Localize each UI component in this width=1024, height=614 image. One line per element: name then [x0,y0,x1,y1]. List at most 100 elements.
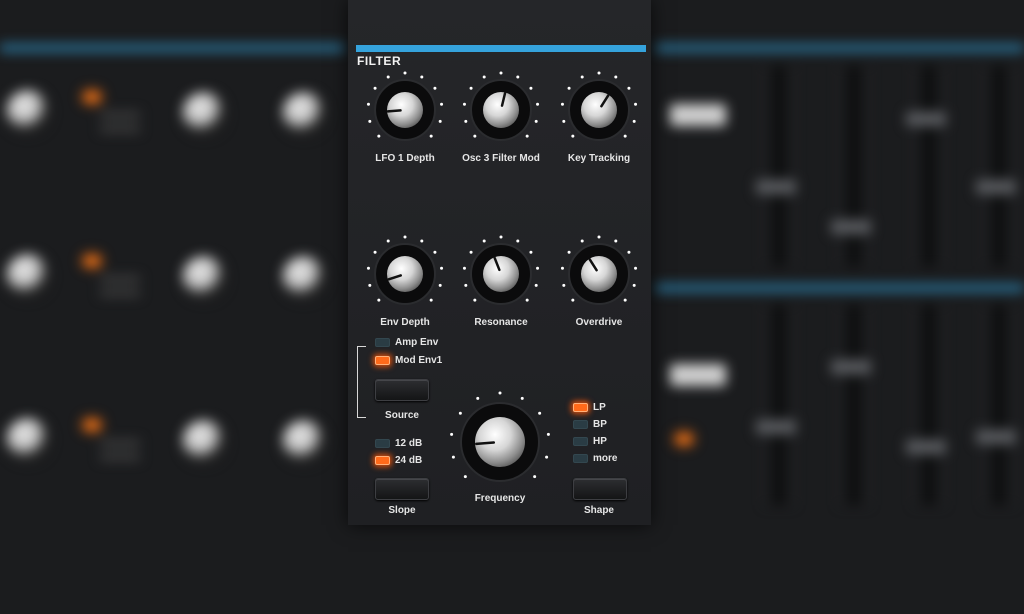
led-indicator [375,356,390,365]
overdrive-label: Overdrive [575,317,623,328]
knob-tick-dot [476,396,480,400]
knob-cap [581,256,617,292]
knob-tick-dot [567,86,571,90]
bg-label [100,440,140,446]
osc3-filter-mod-label: Osc 3 Filter Mod [462,153,540,164]
bg-fader-cap [976,430,1016,444]
bg-label [100,276,140,282]
knob-tick-dot [473,298,477,302]
led-indicator [573,437,588,446]
knob-tick-dot [469,86,473,90]
knob-graphic [560,71,638,141]
env-depth-label: Env Depth [380,317,430,328]
knob-tick-dot [473,134,477,138]
knob-tick-dot [429,134,433,138]
knob-tick-dot [525,298,529,302]
knob-cap [483,92,519,128]
bg-fader [765,66,793,266]
knob-tick-dot [627,86,631,90]
bg-fader [915,305,943,505]
bg-knob [182,92,226,136]
slope-option-label: 12 dB [395,438,423,449]
bg-knob [6,90,50,134]
bg-fader [985,66,1013,266]
bg-button [670,104,726,126]
source-button[interactable] [375,379,429,401]
shape-label: Shape [583,505,614,516]
slope-option-label: 24 dB [395,455,423,466]
knob-tick-dot [627,250,631,254]
knob-tick-dot [403,71,407,75]
knob-tick-dot [438,119,442,123]
source-bracket [357,346,366,418]
frequency-label: Frequency [474,493,526,504]
bg-fader [840,305,868,505]
knob-tick-dot [458,411,462,415]
bg-section-bar [655,44,1024,52]
knob-tick-dot [538,411,542,415]
key-tracking-knob[interactable] [559,70,639,150]
lfo1-depth-knob[interactable] [365,70,445,150]
knob-tick-dot [560,102,564,106]
knob-tick-dot [632,283,636,287]
bg-fader [985,305,1013,505]
knob-tick-dot [498,391,502,395]
knob-tick-dot [529,250,533,254]
bg-knob [282,256,326,300]
bg-led [84,420,100,430]
knob-tick-dot [571,298,575,302]
shape-option-label: BP [593,419,607,430]
knob-tick-dot [634,266,638,270]
slope-button[interactable] [375,478,429,500]
knob-tick-dot [366,102,370,106]
bg-knob [182,256,226,300]
source-option-label: Mod Env1 [395,355,443,366]
shape-option-more: more [573,453,617,464]
bg-fader [915,66,943,266]
osc3-filter-mod-knob[interactable] [461,70,541,150]
filter-panel: FILTER LFO 1 Depth Osc 3 Filter Mod Key … [348,0,651,525]
knob-tick-dot [614,75,618,79]
knob-graphic [462,71,540,141]
knob-tick-dot [533,475,537,479]
knob-graphic [462,235,540,305]
env-depth-knob[interactable] [365,234,445,314]
source-option-label: Amp Env [395,337,439,348]
knob-tick-dot [463,475,467,479]
knob-tick-dot [571,134,575,138]
knob-tick-dot [420,239,424,243]
shape-option-hp: HP [573,436,607,447]
resonance-label: Resonance [474,317,528,328]
knob-tick-dot [368,283,372,287]
shape-option-bp: BP [573,419,607,430]
knob-tick-dot [433,86,437,90]
knob-tick-dot [440,266,444,270]
knob-tick-dot [482,75,486,79]
knob-tick-dot [614,239,618,243]
overdrive-knob[interactable] [559,234,639,314]
knob-tick-dot [580,239,584,243]
resonance-knob[interactable] [461,234,541,314]
knob-tick-dot [464,119,468,123]
frequency-knob[interactable] [448,390,552,494]
knob-tick-dot [545,455,549,459]
bg-fader-cap [831,360,871,374]
knob-tick-dot [623,298,627,302]
knob-tick-dot [462,266,466,270]
knob-tick-dot [520,396,524,400]
knob-tick-dot [562,119,566,123]
shape-button[interactable] [573,478,627,500]
bg-fader [765,305,793,505]
bg-label [100,454,140,460]
knob-tick-dot [451,455,455,459]
bg-fader-cap [906,440,946,454]
knob-tick-dot [529,86,533,90]
bg-knob [182,420,226,464]
source-option-mod-env1: Mod Env1 [375,355,442,366]
led-indicator [375,456,390,465]
bg-led [84,256,100,266]
slope-option-24db: 24 dB [375,455,422,466]
led-indicator [375,439,390,448]
led-indicator [573,454,588,463]
knob-graphic [450,391,550,482]
